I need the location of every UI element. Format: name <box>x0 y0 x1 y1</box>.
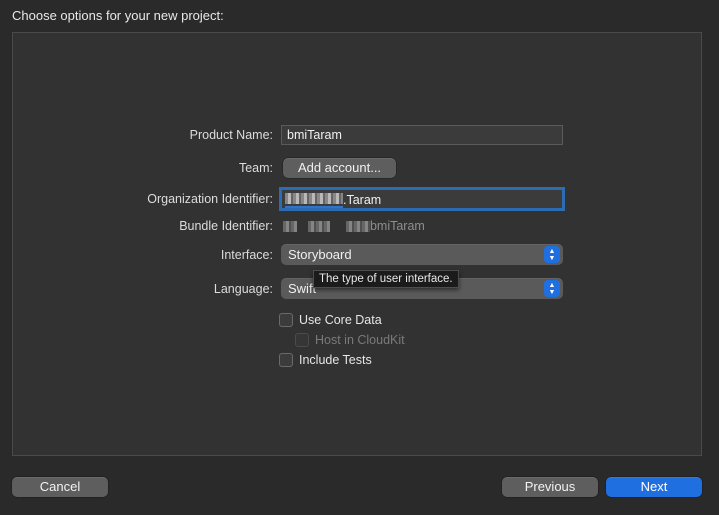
language-value: Swift <box>288 281 317 296</box>
bundle-identifier-suffix: bmiTaram <box>369 219 425 233</box>
product-name-label: Product Name: <box>189 128 273 142</box>
language-label: Language: <box>213 282 273 296</box>
chevron-updown-icon: ▲ ▼ <box>544 280 560 297</box>
redacted-text <box>345 221 370 233</box>
add-account-button[interactable]: Add account... <box>283 158 396 178</box>
interface-popup[interactable]: Storyboard ▲ ▼ <box>281 244 563 265</box>
product-name-row: Product Name: bmiTaram <box>13 124 703 146</box>
host-in-cloudkit-checkbox <box>295 333 309 347</box>
include-tests-label: Include Tests <box>299 353 372 367</box>
team-label: Team: <box>238 161 273 175</box>
bundle-identifier-row: Bundle Identifier: bmiTaram <box>13 215 703 237</box>
org-identifier-row: Organization Identifier: .Taram <box>13 187 703 211</box>
team-row: Team: Add account... <box>13 157 703 179</box>
org-identifier-label: Organization Identifier: <box>147 192 273 206</box>
use-core-data-checkbox[interactable] <box>279 313 293 327</box>
org-identifier-field[interactable]: .Taram <box>279 187 565 211</box>
dialog-title: Choose options for your new project: <box>12 8 224 23</box>
host-in-cloudkit-label: Host in CloudKit <box>315 333 405 347</box>
interface-row: Interface: Storyboard ▲ ▼ <box>13 244 703 266</box>
product-name-field[interactable]: bmiTaram <box>281 125 563 145</box>
interface-value: Storyboard <box>288 247 352 262</box>
bundle-identifier-label: Bundle Identifier: <box>179 219 273 233</box>
org-identifier-suffix: .Taram <box>343 193 382 207</box>
redacted-text <box>285 190 343 208</box>
include-tests-checkbox[interactable] <box>279 353 293 367</box>
options-panel: Product Name: bmiTaram Team: Add account… <box>12 32 702 456</box>
chevron-updown-icon: ▲ ▼ <box>544 246 560 263</box>
interface-tooltip: The type of user interface. <box>313 270 459 288</box>
redacted-text <box>308 221 331 233</box>
use-core-data-label: Use Core Data <box>299 313 382 327</box>
cancel-button[interactable]: Cancel <box>12 477 108 497</box>
redacted-text <box>283 221 297 233</box>
bundle-identifier-value: bmiTaram <box>283 215 425 237</box>
interface-label: Interface: <box>220 248 273 262</box>
previous-button[interactable]: Previous <box>502 477 598 497</box>
next-button[interactable]: Next <box>606 477 702 497</box>
